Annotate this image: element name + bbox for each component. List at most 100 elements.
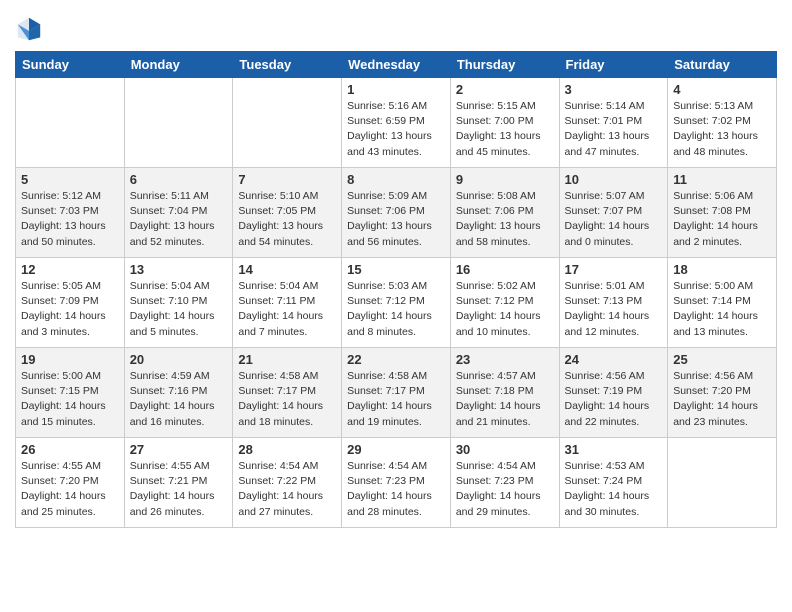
day-cell-27: 27Sunrise: 4:55 AMSunset: 7:21 PMDayligh… (124, 438, 233, 528)
day-cell-13: 13 Sunrise: 5:04 AMSunset: 7:10 PMDayligh… (124, 258, 233, 348)
day-info: Sunrise: 4:59 AMSunset: 7:16 PMDaylight:… (130, 369, 228, 430)
day-info: Sunrise: 4:58 AMSunset: 7:17 PMDaylight:… (238, 369, 336, 430)
day-info: Sunrise: 5:05 AMSunset: 7:09 PMDaylight:… (21, 279, 119, 340)
day-cell-22: 22 Sunrise: 4:58 AMSunset: 7:17 PMDayligh… (342, 348, 451, 438)
week-row-5: 26 Sunrise: 4:55 AMSunset: 7:20 PMDayligh… (16, 438, 777, 528)
weekday-sunday: Sunday (16, 52, 125, 78)
day-info: Sunrise: 5:09 AMSunset: 7:06 PMDaylight:… (347, 189, 445, 250)
day-number: 28 (238, 442, 336, 457)
day-info: Sunrise: 5:02 AMSunset: 7:12 PMDaylight:… (456, 279, 554, 340)
day-cell-25: 25 Sunrise: 4:56 AMSunset: 7:20 PMDayligh… (668, 348, 777, 438)
weekday-header-row: SundayMondayTuesdayWednesdayThursdayFrid… (16, 52, 777, 78)
week-row-1: 1 Sunrise: 5:16 AMSunset: 6:59 PMDaylight… (16, 78, 777, 168)
day-info: Sunrise: 5:00 AMSunset: 7:15 PMDaylight:… (21, 369, 119, 430)
day-info: Sunrise: 5:16 AMSunset: 6:59 PMDaylight:… (347, 99, 445, 160)
day-number: 29 (347, 442, 445, 457)
weekday-saturday: Saturday (668, 52, 777, 78)
day-cell-2: 2Sunrise: 5:15 AMSunset: 7:00 PMDaylight… (450, 78, 559, 168)
day-number: 19 (21, 352, 119, 367)
day-info: Sunrise: 5:04 AMSunset: 7:10 PMDaylight:… (130, 279, 228, 340)
day-cell-8: 8 Sunrise: 5:09 AMSunset: 7:06 PMDaylight… (342, 168, 451, 258)
day-cell-1: 1 Sunrise: 5:16 AMSunset: 6:59 PMDaylight… (342, 78, 451, 168)
day-cell-5: 5 Sunrise: 5:12 AMSunset: 7:03 PMDaylight… (16, 168, 125, 258)
day-info: Sunrise: 4:54 AMSunset: 7:22 PMDaylight:… (238, 459, 336, 520)
day-info: Sunrise: 4:56 AMSunset: 7:20 PMDaylight:… (673, 369, 771, 430)
day-info: Sunrise: 4:58 AMSunset: 7:17 PMDaylight:… (347, 369, 445, 430)
day-cell-17: 17 Sunrise: 5:01 AMSunset: 7:13 PMDayligh… (559, 258, 668, 348)
day-cell-29: 29Sunrise: 4:54 AMSunset: 7:23 PMDayligh… (342, 438, 451, 528)
day-info: Sunrise: 5:07 AMSunset: 7:07 PMDaylight:… (565, 189, 663, 250)
day-number: 24 (565, 352, 663, 367)
day-number: 15 (347, 262, 445, 277)
day-info: Sunrise: 4:54 AMSunset: 7:23 PMDaylight:… (456, 459, 554, 520)
day-info: Sunrise: 5:12 AMSunset: 7:03 PMDaylight:… (21, 189, 119, 250)
day-cell-16: 16 Sunrise: 5:02 AMSunset: 7:12 PMDayligh… (450, 258, 559, 348)
day-number: 17 (565, 262, 663, 277)
day-number: 10 (565, 172, 663, 187)
day-number: 4 (673, 82, 771, 97)
weekday-tuesday: Tuesday (233, 52, 342, 78)
day-cell-9: 9 Sunrise: 5:08 AMSunset: 7:06 PMDaylight… (450, 168, 559, 258)
day-number: 11 (673, 172, 771, 187)
day-info: Sunrise: 5:08 AMSunset: 7:06 PMDaylight:… (456, 189, 554, 250)
empty-cell (16, 78, 125, 168)
day-cell-30: 30Sunrise: 4:54 AMSunset: 7:23 PMDayligh… (450, 438, 559, 528)
day-info: Sunrise: 4:56 AMSunset: 7:19 PMDaylight:… (565, 369, 663, 430)
header (15, 10, 777, 43)
day-number: 26 (21, 442, 119, 457)
day-cell-4: 4 Sunrise: 5:13 AMSunset: 7:02 PMDaylight… (668, 78, 777, 168)
day-cell-31: 31 Sunrise: 4:53 AMSunset: 7:24 PMDayligh… (559, 438, 668, 528)
day-cell-26: 26 Sunrise: 4:55 AMSunset: 7:20 PMDayligh… (16, 438, 125, 528)
empty-cell (668, 438, 777, 528)
day-info: Sunrise: 5:04 AMSunset: 7:11 PMDaylight:… (238, 279, 336, 340)
day-number: 16 (456, 262, 554, 277)
day-number: 25 (673, 352, 771, 367)
day-info: Sunrise: 4:55 AMSunset: 7:21 PMDaylight:… (130, 459, 228, 520)
day-info: Sunrise: 5:10 AMSunset: 7:05 PMDaylight:… (238, 189, 336, 250)
day-number: 14 (238, 262, 336, 277)
day-number: 22 (347, 352, 445, 367)
logo (15, 15, 45, 43)
weekday-wednesday: Wednesday (342, 52, 451, 78)
day-cell-14: 14 Sunrise: 5:04 AMSunset: 7:11 PMDayligh… (233, 258, 342, 348)
day-info: Sunrise: 4:53 AMSunset: 7:24 PMDaylight:… (565, 459, 663, 520)
day-number: 5 (21, 172, 119, 187)
calendar-table: SundayMondayTuesdayWednesdayThursdayFrid… (15, 51, 777, 528)
empty-cell (233, 78, 342, 168)
weekday-friday: Friday (559, 52, 668, 78)
day-number: 8 (347, 172, 445, 187)
day-number: 31 (565, 442, 663, 457)
day-info: Sunrise: 5:01 AMSunset: 7:13 PMDaylight:… (565, 279, 663, 340)
day-info: Sunrise: 5:00 AMSunset: 7:14 PMDaylight:… (673, 279, 771, 340)
day-info: Sunrise: 5:13 AMSunset: 7:02 PMDaylight:… (673, 99, 771, 160)
day-info: Sunrise: 5:11 AMSunset: 7:04 PMDaylight:… (130, 189, 228, 250)
day-number: 7 (238, 172, 336, 187)
day-number: 13 (130, 262, 228, 277)
day-cell-21: 21 Sunrise: 4:58 AMSunset: 7:17 PMDayligh… (233, 348, 342, 438)
day-info: Sunrise: 4:55 AMSunset: 7:20 PMDaylight:… (21, 459, 119, 520)
day-cell-12: 12 Sunrise: 5:05 AMSunset: 7:09 PMDayligh… (16, 258, 125, 348)
day-number: 6 (130, 172, 228, 187)
page-container: SundayMondayTuesdayWednesdayThursdayFrid… (0, 0, 792, 543)
week-row-4: 19 Sunrise: 5:00 AMSunset: 7:15 PMDayligh… (16, 348, 777, 438)
day-cell-23: 23 Sunrise: 4:57 AMSunset: 7:18 PMDayligh… (450, 348, 559, 438)
day-number: 21 (238, 352, 336, 367)
week-row-3: 12 Sunrise: 5:05 AMSunset: 7:09 PMDayligh… (16, 258, 777, 348)
day-number: 12 (21, 262, 119, 277)
day-cell-7: 7 Sunrise: 5:10 AMSunset: 7:05 PMDaylight… (233, 168, 342, 258)
day-number: 23 (456, 352, 554, 367)
day-cell-15: 15 Sunrise: 5:03 AMSunset: 7:12 PMDayligh… (342, 258, 451, 348)
day-number: 9 (456, 172, 554, 187)
day-number: 1 (347, 82, 445, 97)
week-row-2: 5 Sunrise: 5:12 AMSunset: 7:03 PMDaylight… (16, 168, 777, 258)
weekday-monday: Monday (124, 52, 233, 78)
day-cell-6: 6 Sunrise: 5:11 AMSunset: 7:04 PMDaylight… (124, 168, 233, 258)
day-info: Sunrise: 5:14 AMSunset: 7:01 PMDaylight:… (565, 99, 663, 160)
day-info: Sunrise: 4:57 AMSunset: 7:18 PMDaylight:… (456, 369, 554, 430)
day-cell-20: 20Sunrise: 4:59 AMSunset: 7:16 PMDayligh… (124, 348, 233, 438)
day-number: 3 (565, 82, 663, 97)
empty-cell (124, 78, 233, 168)
day-info: Sunrise: 5:03 AMSunset: 7:12 PMDaylight:… (347, 279, 445, 340)
day-number: 18 (673, 262, 771, 277)
weekday-thursday: Thursday (450, 52, 559, 78)
